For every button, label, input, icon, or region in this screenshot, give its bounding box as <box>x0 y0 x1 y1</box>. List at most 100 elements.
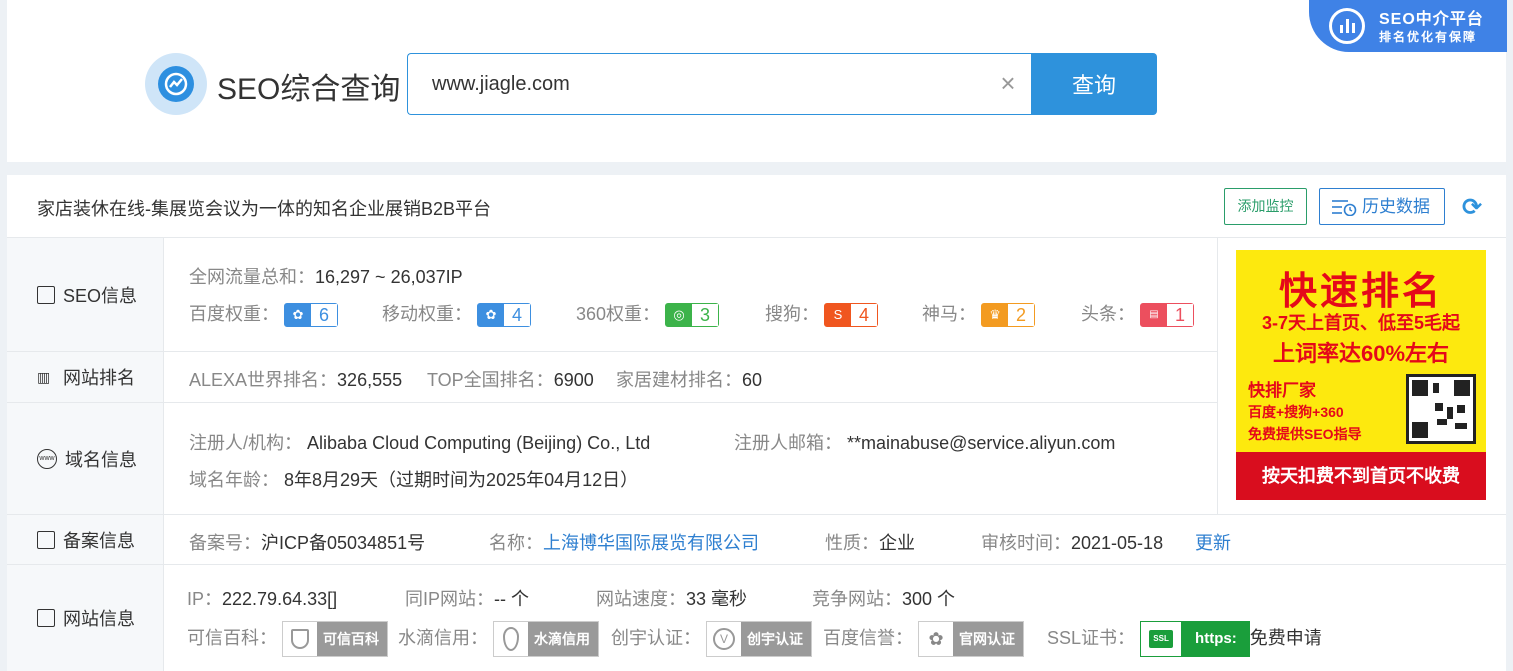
water-drop-badge[interactable]: 水滴信用 <box>493 621 600 657</box>
ad-headline: 快速排名 <box>1278 271 1443 313</box>
free-apply-link[interactable]: 免费申请 <box>1250 628 1322 648</box>
bar-chart-icon <box>1329 8 1365 44</box>
fast-ranking-ad[interactable]: 快速排名 3-7天上首页、低至5毛起 上词率达60%左右 快排厂家 百度+搜狗+… <box>1236 250 1486 500</box>
icp-time-label: 审核时间： <box>981 533 1071 553</box>
compete: 竞争网站：300 个 <box>812 585 955 611</box>
compete-value[interactable]: 300 个 <box>902 589 955 609</box>
ssl-item: SSL证书： SSL https: 免费申请 <box>1047 621 1322 657</box>
weight-value: 1 <box>1167 304 1194 327</box>
360-weight-badge[interactable]: ◎ 3 <box>665 303 720 328</box>
cert-text: 官网认证 <box>959 631 1016 647</box>
seo-info-label: SEO信息 <box>63 285 138 306</box>
update-link[interactable]: 更新 <box>1195 529 1231 555</box>
ssl-text: https: <box>1195 630 1237 647</box>
shenma-weight-badge[interactable]: ♛ 2 <box>981 303 1036 328</box>
alexa-label: ALEXA世界排名： <box>189 370 338 390</box>
company-link[interactable]: 上海博华国际展览有限公司 <box>543 533 759 553</box>
shenma-icon: ♛ <box>982 304 1009 327</box>
same-ip: 同IP网站：-- 个 <box>405 585 529 611</box>
notebook-icon <box>37 531 55 549</box>
ad-line: 上词率达60%左右 <box>1272 341 1450 366</box>
baidu-credit-badge[interactable]: ✿ 官网认证 <box>918 621 1025 657</box>
seo-agency-badge[interactable]: SEO中介平台 排名优化有保障 <box>1309 0 1507 52</box>
weight-value: 2 <box>1008 304 1035 327</box>
alexa-rank: ALEXA世界排名：326,555 <box>189 366 402 392</box>
icp-type-label: 性质： <box>825 533 879 553</box>
icp-type: 性质：企业 <box>825 529 915 555</box>
trusted-wiki-badge[interactable]: 可信百科 <box>282 621 389 657</box>
sogou-icon: S <box>825 304 852 327</box>
weight-item[interactable]: 头条： ▤ 1 <box>1081 300 1195 328</box>
ad-divider <box>1217 237 1218 514</box>
cert-item: 创宇认证： V 创宇认证 <box>611 621 813 657</box>
cert-label: 水滴信用： <box>398 627 488 648</box>
weight-item[interactable]: 神马： ♛ 2 <box>922 300 1036 328</box>
weight-label: 头条： <box>1081 304 1135 324</box>
registrant-label: 注册人/机构： <box>189 433 303 453</box>
cert-text: 水滴信用 <box>534 631 591 647</box>
water-drop-icon <box>494 622 529 656</box>
icp-label: 备案信息 <box>63 531 135 551</box>
icp-number: 备案号：沪ICP备05034851号 <box>189 529 425 555</box>
icp-name-label: 名称： <box>489 533 543 553</box>
top-rank: TOP全国排名：6900 <box>427 366 594 392</box>
cert-text: 创宇认证 <box>747 631 804 647</box>
ssl-shield-icon: SSL <box>1141 622 1182 656</box>
refresh-icon[interactable]: ⟳ <box>1461 195 1483 221</box>
history-label: 历史数据 <box>1362 197 1430 216</box>
site-info-label: 网站信息 <box>63 609 135 629</box>
same-ip-label: 同IP网站： <box>405 589 495 609</box>
weight-label: 神马： <box>922 304 976 324</box>
paw-icon: ✿ <box>285 304 312 327</box>
registrant-value: Alibaba Cloud Computing (Beijing) Co., L… <box>307 433 651 453</box>
speed: 网站速度：33 毫秒 <box>596 585 747 611</box>
row-label: 备案信息 <box>7 515 164 565</box>
page-title: SEO综合查询 <box>217 73 401 106</box>
add-monitor-button[interactable]: 添加监控 <box>1224 188 1307 225</box>
weight-item[interactable]: 移动权重： ✿ 4 <box>382 300 532 328</box>
cert-item: 百度信誉： ✿ 官网认证 <box>823 621 1025 657</box>
weight-item[interactable]: 百度权重： ✿ 6 <box>189 300 339 328</box>
badge-subtitle: 排名优化有保障 <box>1379 30 1478 44</box>
cert-item: 可信百科： 可信百科 <box>187 621 389 657</box>
email-value: **mainabuse@service.aliyun.com <box>847 433 1116 453</box>
weight-value: 6 <box>311 304 338 327</box>
ranking-label: 网站排名 <box>63 368 135 388</box>
chuangyu-badge[interactable]: V 创宇认证 <box>706 621 813 657</box>
sogou-weight-badge[interactable]: S4 <box>824 303 879 328</box>
weight-value: 3 <box>692 304 719 327</box>
age-label: 域名年龄： <box>189 470 279 490</box>
weight-label: 移动权重： <box>382 304 472 324</box>
ip-label: IP： <box>187 589 223 609</box>
badge-title: SEO中介平台 <box>1379 11 1484 28</box>
history-data-button[interactable]: 历史数据 <box>1319 188 1445 225</box>
speed-label: 网站速度： <box>596 589 686 609</box>
search-button[interactable]: 查询 <box>1031 53 1157 115</box>
email-label: 注册人邮箱： <box>734 433 842 453</box>
cert-label: 百度信誉： <box>823 627 913 648</box>
ad-footer: 按天扣费不到首页不收费 <box>1236 452 1486 500</box>
icp-number-value: 沪ICP备05034851号 <box>261 533 426 553</box>
compete-label: 竞争网站： <box>812 589 902 609</box>
speed-value: 33 毫秒 <box>686 589 748 609</box>
weight-item[interactable]: 360权重： ◎ 3 <box>576 300 720 328</box>
weight-item[interactable]: 搜狗： S4 <box>765 300 879 328</box>
mobile-weight-badge[interactable]: ✿ 4 <box>477 303 532 328</box>
category-label: 家居建材排名： <box>616 370 742 390</box>
weight-label: 搜狗： <box>765 304 819 324</box>
baidu-weight-badge[interactable]: ✿ 6 <box>284 303 339 328</box>
top-label: TOP全国排名： <box>427 370 554 390</box>
alexa-value: 326,555 <box>337 370 403 390</box>
ssl-badge[interactable]: SSL https: <box>1140 621 1250 657</box>
row-label: 网站信息 <box>7 565 164 671</box>
toutiao-weight-badge[interactable]: ▤ 1 <box>1140 303 1195 328</box>
document-icon <box>37 285 55 304</box>
ranking-row: ▥ 网站排名 ALEXA世界排名：326,555 TOP全国排名：6900 家居建… <box>7 351 1217 402</box>
category-rank: 家居建材排名：60 <box>616 366 762 392</box>
close-icon[interactable]: × <box>997 70 1019 96</box>
icp-time-value: 2021-05-18 <box>1071 533 1164 553</box>
search-input[interactable] <box>432 68 992 100</box>
icp-number-label: 备案号： <box>189 533 261 553</box>
same-ip-value[interactable]: -- 个 <box>494 589 529 609</box>
row-label: www 域名信息 <box>7 403 164 515</box>
